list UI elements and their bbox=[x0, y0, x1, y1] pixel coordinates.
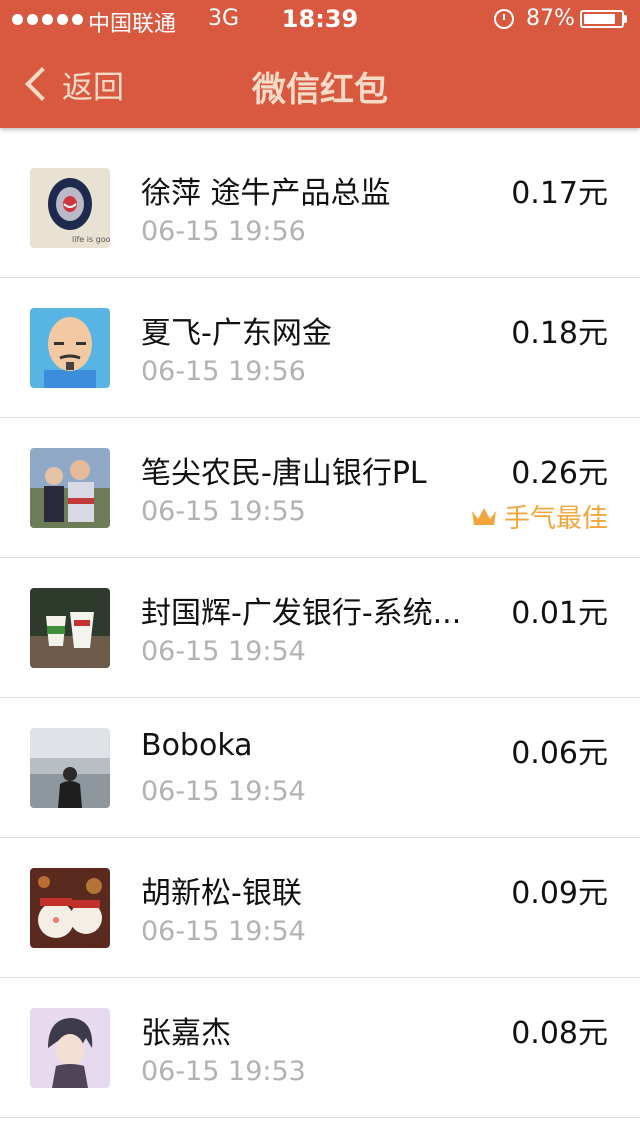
best-luck-badge: 手气最佳 bbox=[470, 498, 608, 535]
list-item[interactable]: 封国辉-广发银行-系统... 06-15 19:54 0.01元 bbox=[0, 558, 640, 698]
sender-name: 胡新松-银联 bbox=[141, 876, 302, 911]
sender-name: 笔尖农民-唐山银行PL bbox=[141, 456, 427, 491]
crown-icon bbox=[471, 507, 496, 525]
amount: 0.01元 bbox=[511, 596, 608, 631]
sender-name: Boboka bbox=[141, 728, 253, 763]
received-time: 06-15 19:55 bbox=[141, 496, 306, 527]
received-time: 06-15 19:56 bbox=[141, 216, 306, 247]
list-item[interactable]: 张嘉杰 06-15 19:53 0.08元 bbox=[0, 978, 640, 1118]
amount: 0.18元 bbox=[511, 316, 608, 351]
avatar bbox=[30, 868, 110, 948]
avatar: life is good bbox=[30, 168, 110, 248]
received-time: 06-15 19:54 bbox=[141, 916, 306, 947]
amount: 0.17元 bbox=[511, 176, 608, 211]
avatar bbox=[30, 448, 110, 528]
received-time: 06-15 19:54 bbox=[141, 636, 306, 667]
avatar bbox=[30, 1008, 110, 1088]
list-item[interactable]: life is good 徐萍 途牛产品总监 06-15 19:56 0.17元 bbox=[0, 138, 640, 278]
sender-name: 徐萍 途牛产品总监 bbox=[141, 176, 391, 211]
amount: 0.26元 bbox=[511, 456, 608, 491]
red-packet-list: life is good 徐萍 途牛产品总监 06-15 19:56 0.17元… bbox=[0, 138, 640, 1118]
sender-name: 夏飞-广东网金 bbox=[141, 316, 332, 351]
avatar bbox=[30, 728, 110, 808]
list-item[interactable]: 夏飞-广东网金 06-15 19:56 0.18元 bbox=[0, 278, 640, 418]
received-time: 06-15 19:56 bbox=[141, 356, 306, 387]
page-title: 微信红包 bbox=[252, 70, 388, 110]
amount: 0.06元 bbox=[511, 736, 608, 771]
battery-tip bbox=[624, 15, 627, 23]
battery-icon bbox=[580, 10, 624, 28]
status-bar: 中国联通 3G 18:39 87% bbox=[0, 0, 640, 40]
sender-name: 张嘉杰 bbox=[141, 1016, 231, 1051]
avatar bbox=[30, 588, 110, 668]
list-item[interactable]: Boboka 06-15 19:54 0.06元 bbox=[0, 698, 640, 838]
svg-text:life is good: life is good bbox=[72, 235, 110, 244]
sender-name: 封国辉-广发银行-系统... bbox=[141, 596, 462, 631]
received-time: 06-15 19:53 bbox=[141, 1056, 306, 1087]
best-luck-label: 手气最佳 bbox=[503, 504, 608, 534]
list-item[interactable]: 胡新松-银联 06-15 19:54 0.09元 bbox=[0, 838, 640, 978]
amount: 0.08元 bbox=[511, 1016, 608, 1051]
received-time: 06-15 19:54 bbox=[141, 776, 306, 807]
battery-percent: 87% bbox=[526, 6, 575, 31]
amount: 0.09元 bbox=[511, 876, 608, 911]
list-item[interactable]: 笔尖农民-唐山银行PL 06-15 19:55 0.26元 手气最佳 bbox=[0, 418, 640, 558]
avatar bbox=[30, 308, 110, 388]
nav-header: 中国联通 3G 18:39 87% 返回 微信红包 bbox=[0, 0, 640, 128]
alarm-icon bbox=[494, 9, 514, 29]
